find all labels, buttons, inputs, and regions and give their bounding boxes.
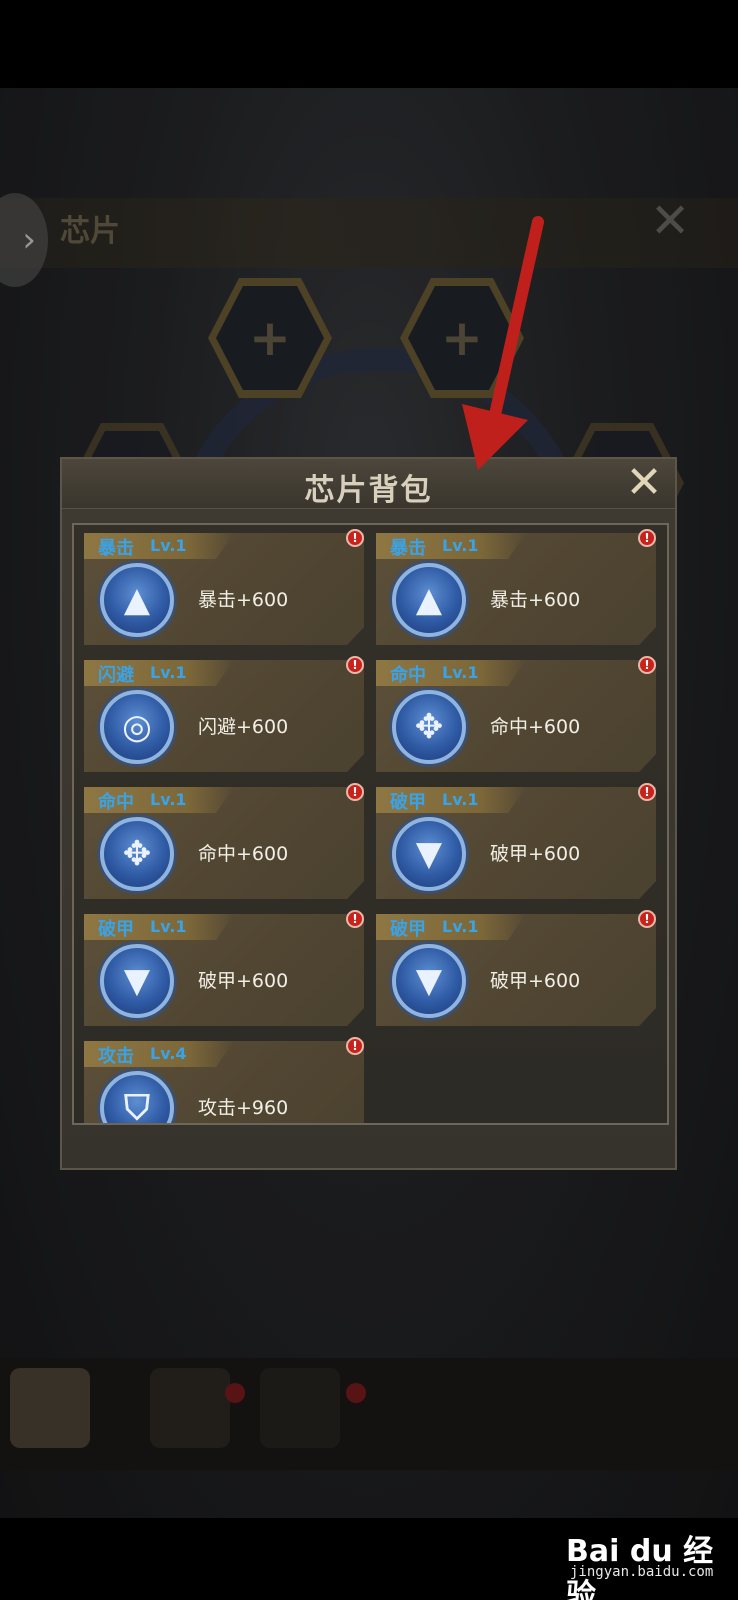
- alert-icon: !: [638, 783, 656, 801]
- chip-card[interactable]: 暴击 Lv.1 ▲ 暴击+600: [376, 533, 656, 645]
- chip-card[interactable]: 攻击 Lv.4 ⛉ 攻击+960: [84, 1041, 364, 1123]
- chip-level: Lv.1: [150, 663, 187, 682]
- chip-effect: 闪避+600: [198, 716, 289, 738]
- chip-card[interactable]: 破甲 Lv.1 ▼ 破甲+600: [376, 787, 656, 899]
- chip-level: Lv.1: [442, 536, 479, 555]
- chip-name: 暴击: [390, 538, 426, 559]
- dialog-title: 芯片背包: [304, 473, 433, 508]
- chip-level: Lv.1: [442, 663, 479, 682]
- chip-level: Lv.1: [442, 917, 479, 936]
- attack-chip-icon: ⛉: [100, 1071, 174, 1123]
- alert-icon: !: [346, 1037, 364, 1055]
- dodge-chip-icon: ◎: [100, 690, 174, 764]
- chip-effect: 破甲+600: [490, 843, 581, 865]
- alert-icon: !: [346, 910, 364, 928]
- crit-chip-icon: ▲: [100, 563, 174, 637]
- armor-break-chip-icon: ▼: [100, 944, 174, 1018]
- armor-break-chip-icon: ▼: [392, 817, 466, 891]
- chip-name: 破甲: [390, 919, 426, 940]
- alert-icon: !: [346, 783, 364, 801]
- baidu-watermark: Bai du 经验 jingyan.baidu.com: [560, 1526, 730, 1600]
- alert-icon: !: [346, 529, 364, 547]
- chip-level: Lv.4: [150, 1044, 187, 1063]
- alert-icon: !: [638, 529, 656, 547]
- armor-break-chip-icon: ▼: [392, 944, 466, 1018]
- chip-effect: 攻击+960: [198, 1097, 289, 1119]
- chip-name: 闪避: [98, 665, 134, 686]
- alert-icon: !: [638, 656, 656, 674]
- watermark-url: jingyan.baidu.com: [570, 1564, 714, 1580]
- status-area: [0, 0, 738, 88]
- close-icon[interactable]: ✕: [619, 459, 669, 507]
- crit-chip-icon: ▲: [392, 563, 466, 637]
- chip-effect: 命中+600: [198, 843, 289, 865]
- chip-effect: 破甲+600: [490, 970, 581, 992]
- chip-effect: 暴击+600: [198, 589, 289, 611]
- chip-effect: 命中+600: [490, 716, 581, 738]
- chip-card[interactable]: 破甲 Lv.1 ▼ 破甲+600: [376, 914, 656, 1026]
- chip-effect: 破甲+600: [198, 970, 289, 992]
- chip-name: 命中: [390, 665, 426, 686]
- chip-card[interactable]: 暴击 Lv.1 ▲ 暴击+600: [84, 533, 364, 645]
- chip-level: Lv.1: [150, 917, 187, 936]
- chip-card[interactable]: 闪避 Lv.1 ◎ 闪避+600: [84, 660, 364, 772]
- hit-chip-icon: ✥: [100, 817, 174, 891]
- chip-level: Lv.1: [150, 536, 187, 555]
- chip-bag-dialog: 芯片背包 ✕ 暴击 Lv.1 ▲ 暴击+600 暴击 Lv.1 ▲ 暴击+600…: [60, 457, 677, 1170]
- chip-name: 破甲: [390, 792, 426, 813]
- chip-card[interactable]: 破甲 Lv.1 ▼ 破甲+600: [84, 914, 364, 1026]
- chip-level: Lv.1: [150, 790, 187, 809]
- chip-name: 破甲: [98, 919, 134, 940]
- chip-name: 攻击: [98, 1046, 134, 1067]
- chip-card[interactable]: 命中 Lv.1 ✥ 命中+600: [84, 787, 364, 899]
- chip-list[interactable]: 暴击 Lv.1 ▲ 暴击+600 暴击 Lv.1 ▲ 暴击+600 闪避 Lv.…: [72, 523, 669, 1125]
- chip-name: 命中: [98, 792, 134, 813]
- chip-level: Lv.1: [442, 790, 479, 809]
- watermark-brand: Bai du 经验: [566, 1534, 714, 1600]
- dialog-header: 芯片背包 ✕: [62, 459, 675, 509]
- chip-effect: 暴击+600: [490, 589, 581, 611]
- chip-name: 暴击: [98, 538, 134, 559]
- hit-chip-icon: ✥: [392, 690, 466, 764]
- alert-icon: !: [346, 656, 364, 674]
- chip-card[interactable]: 命中 Lv.1 ✥ 命中+600: [376, 660, 656, 772]
- alert-icon: !: [638, 910, 656, 928]
